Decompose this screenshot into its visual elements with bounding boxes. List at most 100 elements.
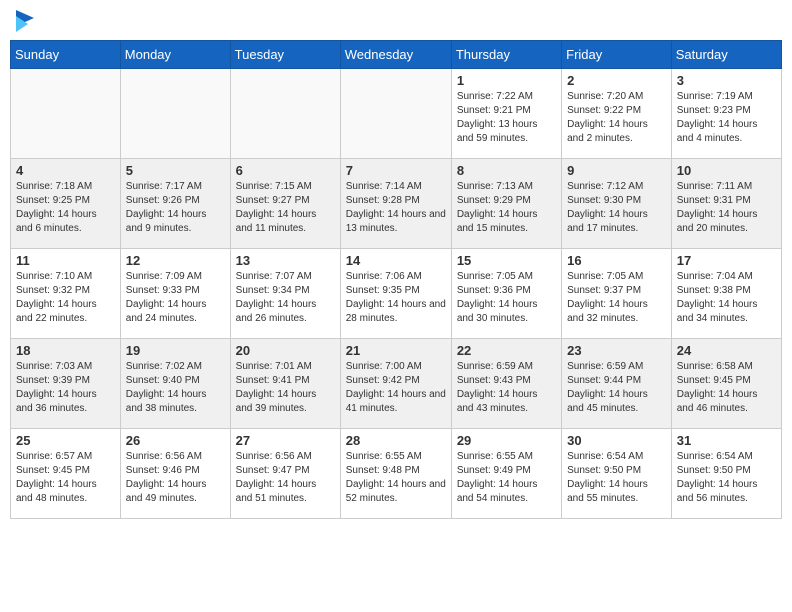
- calendar-cell: 1 Sunrise: 7:22 AM Sunset: 9:21 PM Daylig…: [451, 69, 561, 159]
- day-number: 8: [457, 163, 556, 178]
- cell-content: Sunrise: 7:01 AM Sunset: 9:41 PM Dayligh…: [236, 360, 335, 416]
- cell-content: Sunrise: 6:56 AM Sunset: 9:46 PM Dayligh…: [126, 450, 225, 506]
- cell-content: Sunrise: 7:03 AM Sunset: 9:39 PM Dayligh…: [16, 360, 115, 416]
- cell-content: Sunrise: 7:05 AM Sunset: 9:36 PM Dayligh…: [457, 270, 556, 326]
- cell-content: Sunrise: 6:54 AM Sunset: 9:50 PM Dayligh…: [567, 450, 666, 506]
- calendar-cell: [120, 69, 230, 159]
- day-of-week-header: Thursday: [451, 41, 561, 69]
- day-number: 22: [457, 343, 556, 358]
- calendar-cell: 31 Sunrise: 6:54 AM Sunset: 9:50 PM Dayli…: [671, 429, 781, 519]
- calendar-cell: 22 Sunrise: 6:59 AM Sunset: 9:43 PM Dayli…: [451, 339, 561, 429]
- day-number: 4: [16, 163, 115, 178]
- calendar-week-row: 1 Sunrise: 7:22 AM Sunset: 9:21 PM Daylig…: [11, 69, 782, 159]
- day-number: 15: [457, 253, 556, 268]
- cell-content: Sunrise: 6:55 AM Sunset: 9:49 PM Dayligh…: [457, 450, 556, 506]
- cell-content: Sunrise: 6:59 AM Sunset: 9:44 PM Dayligh…: [567, 360, 666, 416]
- day-number: 11: [16, 253, 115, 268]
- cell-content: Sunrise: 7:05 AM Sunset: 9:37 PM Dayligh…: [567, 270, 666, 326]
- cell-content: Sunrise: 7:07 AM Sunset: 9:34 PM Dayligh…: [236, 270, 335, 326]
- day-number: 29: [457, 433, 556, 448]
- calendar-cell: 18 Sunrise: 7:03 AM Sunset: 9:39 PM Dayli…: [11, 339, 121, 429]
- day-number: 21: [346, 343, 446, 358]
- day-number: 9: [567, 163, 666, 178]
- calendar-cell: 27 Sunrise: 6:56 AM Sunset: 9:47 PM Dayli…: [230, 429, 340, 519]
- cell-content: Sunrise: 6:57 AM Sunset: 9:45 PM Dayligh…: [16, 450, 115, 506]
- calendar-cell: 20 Sunrise: 7:01 AM Sunset: 9:41 PM Dayli…: [230, 339, 340, 429]
- cell-content: Sunrise: 6:56 AM Sunset: 9:47 PM Dayligh…: [236, 450, 335, 506]
- day-number: 27: [236, 433, 335, 448]
- day-number: 2: [567, 73, 666, 88]
- calendar-cell: 2 Sunrise: 7:20 AM Sunset: 9:22 PM Daylig…: [562, 69, 672, 159]
- page-header: [10, 10, 782, 32]
- calendar-cell: 19 Sunrise: 7:02 AM Sunset: 9:40 PM Dayli…: [120, 339, 230, 429]
- day-number: 30: [567, 433, 666, 448]
- calendar-cell: 3 Sunrise: 7:19 AM Sunset: 9:23 PM Daylig…: [671, 69, 781, 159]
- cell-content: Sunrise: 7:12 AM Sunset: 9:30 PM Dayligh…: [567, 180, 666, 236]
- calendar-cell: 8 Sunrise: 7:13 AM Sunset: 9:29 PM Daylig…: [451, 159, 561, 249]
- calendar-cell: 26 Sunrise: 6:56 AM Sunset: 9:46 PM Dayli…: [120, 429, 230, 519]
- calendar-cell: [11, 69, 121, 159]
- calendar-cell: 9 Sunrise: 7:12 AM Sunset: 9:30 PM Daylig…: [562, 159, 672, 249]
- cell-content: Sunrise: 7:20 AM Sunset: 9:22 PM Dayligh…: [567, 90, 666, 146]
- cell-content: Sunrise: 7:02 AM Sunset: 9:40 PM Dayligh…: [126, 360, 225, 416]
- day-number: 7: [346, 163, 446, 178]
- day-number: 31: [677, 433, 776, 448]
- day-number: 5: [126, 163, 225, 178]
- calendar-cell: 12Sunrise: 7:09 AM Sunset: 9:33 PM Dayli…: [120, 249, 230, 339]
- day-number: 17: [677, 253, 776, 268]
- calendar-week-row: 25 Sunrise: 6:57 AM Sunset: 9:45 PM Dayli…: [11, 429, 782, 519]
- calendar-cell: 15 Sunrise: 7:05 AM Sunset: 9:36 PM Dayli…: [451, 249, 561, 339]
- cell-content: Sunrise: 7:13 AM Sunset: 9:29 PM Dayligh…: [457, 180, 556, 236]
- day-of-week-header: Wednesday: [340, 41, 451, 69]
- calendar-cell: 4 Sunrise: 7:18 AM Sunset: 9:25 PM Daylig…: [11, 159, 121, 249]
- calendar-cell: 13 Sunrise: 7:07 AM Sunset: 9:34 PM Dayli…: [230, 249, 340, 339]
- cell-content: Sunrise: 7:17 AM Sunset: 9:26 PM Dayligh…: [126, 180, 225, 236]
- cell-content: Sunrise: 7:06 AM Sunset: 9:35 PM Dayligh…: [346, 270, 446, 326]
- calendar-cell: 23 Sunrise: 6:59 AM Sunset: 9:44 PM Dayli…: [562, 339, 672, 429]
- day-of-week-header: Friday: [562, 41, 672, 69]
- day-number: 28: [346, 433, 446, 448]
- calendar-cell: [340, 69, 451, 159]
- day-number: 6: [236, 163, 335, 178]
- day-of-week-header: Tuesday: [230, 41, 340, 69]
- cell-content: Sunrise: 7:10 AM Sunset: 9:32 PM Dayligh…: [16, 270, 115, 326]
- cell-content: Sunrise: 7:00 AM Sunset: 9:42 PM Dayligh…: [346, 360, 446, 416]
- cell-content: Sunrise: 7:14 AM Sunset: 9:28 PM Dayligh…: [346, 180, 446, 236]
- day-of-week-header: Sunday: [11, 41, 121, 69]
- cell-content: Sunrise: 7:11 AM Sunset: 9:31 PM Dayligh…: [677, 180, 776, 236]
- cell-content: Sunrise: 6:58 AM Sunset: 9:45 PM Dayligh…: [677, 360, 776, 416]
- calendar-cell: 30 Sunrise: 6:54 AM Sunset: 9:50 PM Dayli…: [562, 429, 672, 519]
- calendar-cell: 7 Sunrise: 7:14 AM Sunset: 9:28 PM Daylig…: [340, 159, 451, 249]
- day-number: 25: [16, 433, 115, 448]
- cell-content: Sunrise: 7:22 AM Sunset: 9:21 PM Dayligh…: [457, 90, 556, 146]
- day-number: 18: [16, 343, 115, 358]
- cell-content: Sunrise: 6:54 AM Sunset: 9:50 PM Dayligh…: [677, 450, 776, 506]
- cell-content: Sunrise: 7:09 AM Sunset: 9:33 PM Dayligh…: [126, 270, 225, 326]
- day-of-week-header: Saturday: [671, 41, 781, 69]
- calendar-table: SundayMondayTuesdayWednesdayThursdayFrid…: [10, 40, 782, 519]
- day-number: 23: [567, 343, 666, 358]
- day-number: 3: [677, 73, 776, 88]
- calendar-cell: 24Sunrise: 6:58 AM Sunset: 9:45 PM Dayli…: [671, 339, 781, 429]
- calendar-week-row: 18 Sunrise: 7:03 AM Sunset: 9:39 PM Dayli…: [11, 339, 782, 429]
- day-number: 19: [126, 343, 225, 358]
- calendar-cell: 5 Sunrise: 7:17 AM Sunset: 9:26 PM Daylig…: [120, 159, 230, 249]
- calendar-cell: [230, 69, 340, 159]
- calendar-cell: 6 Sunrise: 7:15 AM Sunset: 9:27 PM Daylig…: [230, 159, 340, 249]
- day-number: 20: [236, 343, 335, 358]
- day-of-week-header: Monday: [120, 41, 230, 69]
- day-number: 16: [567, 253, 666, 268]
- day-number: 13: [236, 253, 335, 268]
- calendar-cell: 29 Sunrise: 6:55 AM Sunset: 9:49 PM Dayli…: [451, 429, 561, 519]
- day-number: 10: [677, 163, 776, 178]
- cell-content: Sunrise: 7:04 AM Sunset: 9:38 PM Dayligh…: [677, 270, 776, 326]
- cell-content: Sunrise: 7:15 AM Sunset: 9:27 PM Dayligh…: [236, 180, 335, 236]
- day-number: 26: [126, 433, 225, 448]
- calendar-cell: 21 Sunrise: 7:00 AM Sunset: 9:42 PM Dayli…: [340, 339, 451, 429]
- cell-content: Sunrise: 6:59 AM Sunset: 9:43 PM Dayligh…: [457, 360, 556, 416]
- cell-content: Sunrise: 7:19 AM Sunset: 9:23 PM Dayligh…: [677, 90, 776, 146]
- cell-content: Sunrise: 7:18 AM Sunset: 9:25 PM Dayligh…: [16, 180, 115, 236]
- calendar-cell: 16 Sunrise: 7:05 AM Sunset: 9:37 PM Dayli…: [562, 249, 672, 339]
- logo: [14, 10, 34, 32]
- day-number: 1: [457, 73, 556, 88]
